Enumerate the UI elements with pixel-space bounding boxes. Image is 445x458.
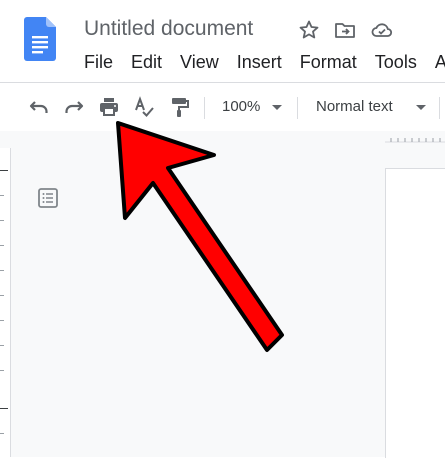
redo-icon[interactable] (62, 95, 86, 119)
toolbar-divider (204, 97, 205, 119)
google-docs-logo-icon[interactable] (24, 17, 56, 61)
toolbar: 100% Normal text (0, 82, 445, 132)
menu-bar: File Edit View Insert Format Tools A (84, 51, 445, 73)
toolbar-divider (439, 97, 440, 119)
move-to-folder-icon[interactable] (333, 18, 357, 42)
menu-addons-partial[interactable]: A (435, 51, 445, 73)
menu-insert[interactable]: Insert (237, 51, 282, 73)
menu-edit[interactable]: Edit (131, 51, 162, 73)
menu-tools[interactable]: Tools (375, 51, 417, 73)
vertical-ruler[interactable] (0, 148, 11, 457)
menu-format[interactable]: Format (300, 51, 357, 73)
document-page[interactable] (385, 168, 445, 458)
paint-format-icon[interactable] (167, 95, 191, 119)
cloud-saved-icon[interactable] (370, 18, 394, 42)
menu-file[interactable]: File (84, 51, 113, 73)
document-outline-icon[interactable] (36, 186, 60, 210)
paragraph-style-select[interactable]: Normal text (316, 98, 393, 115)
menu-view[interactable]: View (180, 51, 219, 73)
zoom-dropdown-caret-icon[interactable] (272, 105, 282, 110)
spellcheck-icon[interactable] (132, 95, 156, 119)
zoom-select[interactable]: 100% (222, 98, 260, 115)
style-dropdown-caret-icon[interactable] (416, 105, 426, 110)
document-title[interactable]: Untitled document (84, 17, 253, 41)
document-canvas[interactable] (0, 131, 445, 457)
toolbar-divider (297, 97, 298, 119)
star-icon[interactable] (297, 18, 321, 42)
horizontal-ruler[interactable] (385, 133, 445, 143)
undo-icon[interactable] (27, 95, 51, 119)
docs-header: Untitled document File Edit View Insert … (0, 0, 445, 82)
print-icon[interactable] (97, 95, 121, 119)
